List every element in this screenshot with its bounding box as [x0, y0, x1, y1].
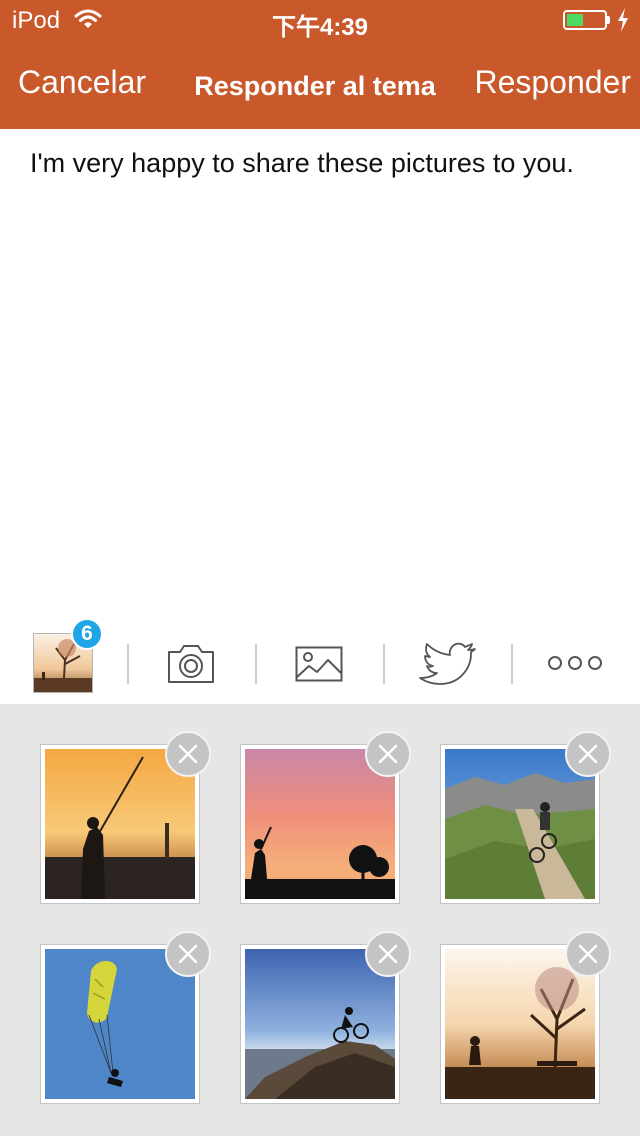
remove-photo-button[interactable] — [565, 931, 611, 977]
close-icon — [178, 944, 198, 964]
battery-level-fill — [567, 14, 583, 26]
close-icon — [378, 744, 398, 764]
toolbar-divider — [127, 644, 129, 684]
status-bar: iPod 下午4:39 — [0, 0, 640, 41]
close-icon — [578, 944, 598, 964]
clock: 下午4:39 — [271, 14, 369, 41]
camera-button[interactable] — [166, 643, 218, 687]
remove-photo-button[interactable] — [565, 731, 611, 777]
toolbar-divider — [511, 644, 513, 684]
reply-text-input[interactable] — [0, 129, 640, 617]
image-gallery-icon — [295, 646, 343, 682]
close-icon — [578, 744, 598, 764]
toolbar-divider — [383, 644, 385, 684]
battery-icon — [563, 10, 607, 30]
close-icon — [178, 744, 198, 764]
more-options-button[interactable] — [546, 655, 604, 671]
twitter-button[interactable] — [418, 641, 478, 687]
remove-photo-button[interactable] — [365, 731, 411, 777]
image-gallery-button[interactable] — [295, 646, 345, 684]
twitter-bird-icon — [419, 642, 476, 685]
reply-button[interactable]: Responder — [474, 64, 631, 101]
remove-photo-button[interactable] — [165, 731, 211, 777]
camera-icon — [168, 645, 214, 683]
remove-photo-button[interactable] — [365, 931, 411, 977]
remove-photo-button[interactable] — [165, 931, 211, 977]
charging-bolt-icon — [617, 8, 629, 39]
close-icon — [378, 944, 398, 964]
navigation-bar: Cancelar Responder al tema Responder — [0, 40, 640, 129]
attachment-count-badge: 6 — [71, 618, 103, 650]
toolbar-divider — [255, 644, 257, 684]
more-options-icon — [548, 656, 602, 670]
battery-tip — [607, 16, 610, 24]
